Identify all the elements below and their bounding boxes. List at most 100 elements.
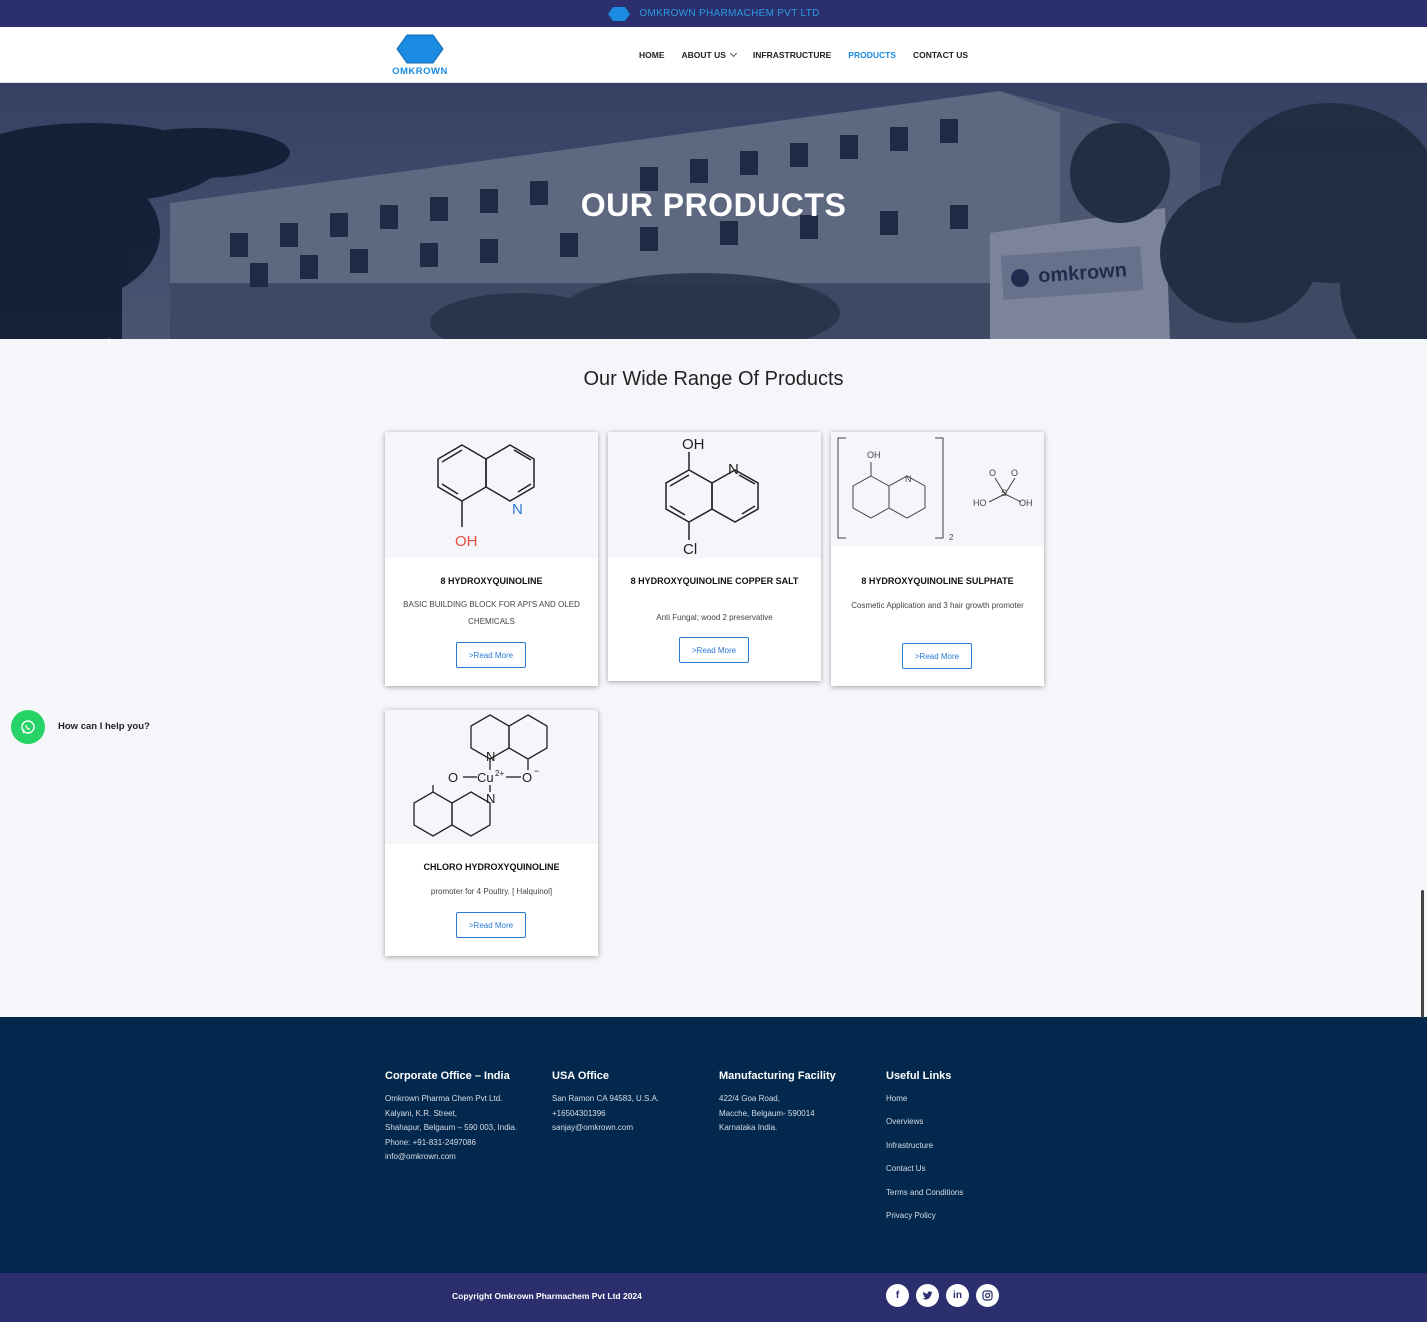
structure-label: 2 xyxy=(949,533,954,542)
nav-products-label: PRODUCTS xyxy=(848,50,896,60)
nav-products[interactable]: PRODUCTS xyxy=(848,50,896,60)
chemical-structure-image: OH N 2 O O S HO OH xyxy=(837,437,1033,542)
footer-link-contact-us[interactable]: Contact Us xyxy=(886,1157,963,1180)
chemical-structure-image: N OH xyxy=(437,444,535,550)
twitter-icon[interactable] xyxy=(916,1284,939,1307)
structure-label: HO xyxy=(973,498,987,508)
structure-label: N xyxy=(486,749,495,764)
footer-heading: USA Office xyxy=(552,1070,610,1082)
product-card: OH N 2 O O S HO OH 8 HYDROXYQUINOLINE SU… xyxy=(831,432,1044,686)
product-image: OH N 2 O O S HO OH xyxy=(831,432,1044,546)
structure-label: N xyxy=(728,461,739,478)
hexagon-logo-icon xyxy=(608,6,631,21)
structure-label: O xyxy=(989,468,996,478)
chemical-structure-image: N O Cu 2+ O − N xyxy=(413,714,548,837)
hexagon-logo-icon xyxy=(396,34,444,64)
top-bar: OMKROWN PHARMACHEM PVT LTD xyxy=(0,0,1427,27)
footer-line: Karnataka India. xyxy=(719,1123,778,1133)
footer-usa-office: USA Office San Ramon CA 94583, U.S.A. +1… xyxy=(552,1070,659,1136)
navbar: OMKROWN HOME ABOUT US INFRASTRUCTURE PRO… xyxy=(0,27,1427,83)
footer-heading: Manufacturing Facility xyxy=(719,1070,836,1082)
footer-link-infrastructure[interactable]: Infrastructure xyxy=(886,1134,963,1157)
section-title: Our Wide Range Of Products xyxy=(583,368,844,390)
footer-link-overviews[interactable]: Overviews xyxy=(886,1110,963,1133)
structure-label: N xyxy=(905,474,912,484)
nav-infrastructure-label: INFRASTRUCTURE xyxy=(752,50,832,60)
structure-label: O xyxy=(1011,468,1018,478)
structure-label: O xyxy=(522,770,532,785)
nav-home-label: HOME xyxy=(639,50,665,60)
product-image: N OH xyxy=(385,432,598,558)
product-image: OH N Cl xyxy=(608,432,821,558)
nav-home[interactable]: HOME xyxy=(639,50,665,60)
chemical-structure-image: OH N Cl xyxy=(665,436,759,558)
product-title: CHLORO HYDROXYQUINOLINE xyxy=(423,862,560,872)
nav-about-us-label: ABOUT US xyxy=(681,50,726,60)
footer-link-privacy[interactable]: Privacy Policy xyxy=(886,1204,963,1227)
social-links: f in xyxy=(886,1284,999,1307)
read-more-label: Read More xyxy=(473,650,514,660)
nav-contact-us[interactable]: CONTACT US xyxy=(913,50,968,60)
page-title: OUR PRODUCTS xyxy=(580,187,847,223)
product-card: N O Cu 2+ O − N CHLORO HYDROXYQUINOLINE … xyxy=(385,710,598,956)
structure-label: O xyxy=(448,770,458,785)
main-menu: HOME ABOUT US INFRASTRUCTURE PRODUCTS CO… xyxy=(639,27,968,83)
product-card: N OH 8 HYDROXYQUINOLINE BASIC BUILDING B… xyxy=(385,432,598,686)
structure-label: OH xyxy=(682,436,705,453)
read-more-button[interactable]: > Read More xyxy=(456,912,526,938)
footer-line: Phone: +91-831-2497086 xyxy=(385,1137,476,1147)
footer-email-link[interactable]: info@omkrown.com xyxy=(385,1150,517,1165)
product-title: 8 HYDROXYQUINOLINE COPPER SALT xyxy=(630,576,799,586)
product-card: OH N Cl 8 HYDROXYQUINOLINE COPPER SALT A… xyxy=(608,432,821,681)
read-more-label: Read More xyxy=(696,645,737,655)
product-description: Cosmetic Application and 3 hair growth p… xyxy=(851,601,1024,610)
footer-line: Macche, Belgaum- 590014 xyxy=(719,1108,815,1118)
read-more-button[interactable]: > Read More xyxy=(902,643,972,669)
hero-banner: omkrown OUR PRODUCTS xyxy=(0,83,1427,339)
whatsapp-button[interactable] xyxy=(11,710,45,744)
page-scrollbar[interactable] xyxy=(1421,890,1424,1018)
footer-line: Shahapur, Belgaum – 590 003, India. xyxy=(385,1123,518,1133)
footer-link-terms[interactable]: Terms and Conditions xyxy=(886,1181,963,1204)
product-description: BASIC BUILDING BLOCK FOR API'S AND OLED … xyxy=(403,600,580,626)
footer-corporate-office: Corporate Office – India Omkrown Pharma … xyxy=(385,1070,517,1165)
top-bar-brand-text: OMKROWN PHARMACHEM PVT LTD xyxy=(639,8,820,19)
whatsapp-icon xyxy=(21,720,35,734)
footer-useful-links: Useful Links Home Overviews Infrastructu… xyxy=(886,1070,963,1227)
read-more-button[interactable]: > Read More xyxy=(679,637,749,663)
nav-about-us[interactable]: ABOUT US xyxy=(681,49,737,60)
footer-heading: Useful Links xyxy=(886,1070,952,1082)
structure-label: Cl xyxy=(683,541,697,558)
read-more-button[interactable]: > Read More xyxy=(456,642,526,668)
chevron-down-icon xyxy=(729,49,737,58)
bottom-bar: Copyright Omkrown Pharmachem Pvt Ltd 202… xyxy=(0,1273,1427,1322)
facebook-icon[interactable]: f xyxy=(886,1284,909,1307)
structure-label: S xyxy=(1001,488,1007,498)
logo-text: OMKROWN xyxy=(392,66,448,77)
structure-label: OH xyxy=(1019,498,1033,508)
instagram-glyph-icon xyxy=(982,1290,993,1301)
structure-label: Cu xyxy=(477,770,494,785)
footer-line: San Ramon CA 94583, U.S.A. xyxy=(552,1094,660,1103)
structure-label: N xyxy=(512,501,523,518)
structure-label: − xyxy=(534,766,539,776)
read-more-label: Read More xyxy=(473,920,514,930)
footer: Corporate Office – India Omkrown Pharma … xyxy=(0,1017,1427,1273)
footer-email-link[interactable]: sanjay@omkrown.com xyxy=(552,1121,659,1136)
copyright-text: Copyright Omkrown Pharmachem Pvt Ltd 202… xyxy=(452,1291,642,1301)
instagram-icon[interactable] xyxy=(976,1284,999,1307)
structure-label: OH xyxy=(455,533,478,550)
product-title: 8 HYDROXYQUINOLINE xyxy=(440,576,543,586)
read-more-label: Read More xyxy=(919,651,960,661)
footer-manufacturing: Manufacturing Facility 422/4 Goa Road, M… xyxy=(719,1070,836,1136)
footer-line: Kalyani, K.R. Street, xyxy=(385,1108,458,1118)
footer-link-home[interactable]: Home xyxy=(886,1087,963,1110)
linkedin-icon[interactable]: in xyxy=(946,1284,969,1307)
whatsapp-help-text[interactable]: How can I help you? xyxy=(58,721,150,732)
site-logo[interactable]: OMKROWN xyxy=(386,33,454,79)
nav-infrastructure[interactable]: INFRASTRUCTURE xyxy=(753,50,831,60)
product-title: 8 HYDROXYQUINOLINE SULPHATE xyxy=(861,576,1014,586)
nav-contact-us-label: CONTACT US xyxy=(912,50,969,60)
product-image: N O Cu 2+ O − N xyxy=(385,710,598,844)
footer-line: Omkrown Pharma Chem Pvt Ltd. xyxy=(385,1094,503,1103)
